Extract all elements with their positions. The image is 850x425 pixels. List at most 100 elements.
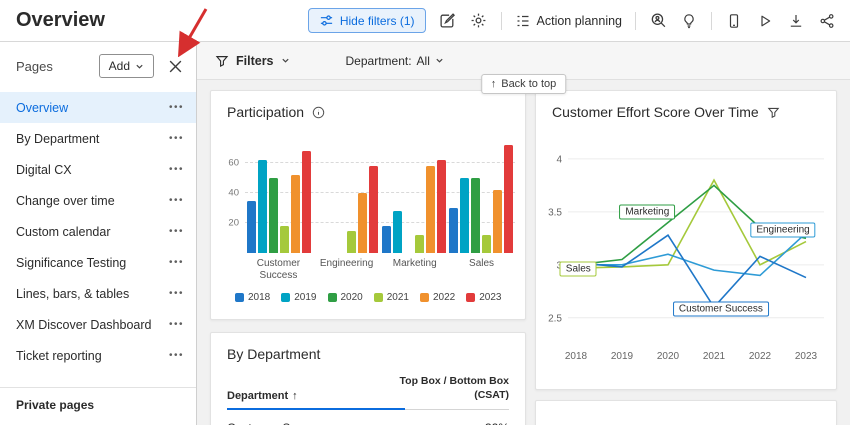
legend-label: 2020 <box>341 292 363 303</box>
svg-text:2022: 2022 <box>749 351 772 362</box>
settings-gear-icon[interactable] <box>470 12 488 30</box>
svg-text:2021: 2021 <box>703 351 726 362</box>
line-engineering[interactable] <box>576 233 806 275</box>
series-label-marketing[interactable]: Marketing <box>619 204 675 219</box>
sidebar-item-lines-bars-tables[interactable]: Lines, bars, & tables••• <box>0 278 196 309</box>
bar-sales-2020[interactable] <box>471 178 480 253</box>
hide-filters-label: Hide filters (1) <box>340 14 415 28</box>
sidebar-item-significance-testing[interactable]: Significance Testing ••• <box>0 247 196 278</box>
legend-item-2018[interactable]: 2018 <box>235 292 270 303</box>
legend-item-2022[interactable]: 2022 <box>420 292 455 303</box>
bar-customer-success-2023[interactable] <box>302 151 311 253</box>
bar-customer-success-2021[interactable] <box>280 226 289 253</box>
bar-customer-success-2022[interactable] <box>291 175 300 253</box>
bar-customer-success-2018[interactable] <box>247 201 256 253</box>
sidebar-item-overview[interactable]: Overview••• <box>0 92 196 123</box>
table-row[interactable]: Customer Success32% <box>227 410 509 425</box>
sidebar-item-digital-cx[interactable]: Digital CX ••• <box>0 154 196 185</box>
department-filter-value: All <box>417 54 430 68</box>
svg-text:3.5: 3.5 <box>548 207 562 218</box>
bar-engineering-2023[interactable] <box>369 166 378 253</box>
sidebar-item-label: Significance Testing <box>16 256 126 270</box>
funnel-icon <box>215 54 229 68</box>
edit-icon[interactable] <box>439 12 457 30</box>
legend-item-2019[interactable]: 2019 <box>281 292 316 303</box>
item-options-icon[interactable]: ••• <box>169 350 184 361</box>
info-icon[interactable] <box>312 106 325 119</box>
line-customer-success[interactable] <box>576 235 806 307</box>
user-search-icon[interactable] <box>649 12 667 30</box>
department-filter[interactable]: Department: All <box>346 54 444 68</box>
sidebar-item-label: Custom calendar <box>16 225 111 239</box>
sidebar-item-custom-calendar[interactable]: Custom calendar ••• <box>0 216 196 247</box>
hide-filters-button[interactable]: Hide filters (1) <box>308 8 426 33</box>
bar-marketing-2019[interactable] <box>393 211 402 253</box>
chevron-down-icon <box>281 56 290 65</box>
bar-sales-2023[interactable] <box>504 145 513 253</box>
item-options-icon[interactable]: ••• <box>169 133 184 144</box>
legend-item-2020[interactable]: 2020 <box>328 292 363 303</box>
bar-engineering-2021[interactable] <box>347 231 356 253</box>
series-label-engineering[interactable]: Engineering <box>750 222 815 237</box>
bar-sales-2018[interactable] <box>449 208 458 253</box>
y-axis-tick: 20 <box>219 218 239 229</box>
bar-engineering-2022[interactable] <box>358 193 367 253</box>
ces-line-chart: 2.533.54201820192020202120222023 <box>542 127 830 369</box>
series-label-sales[interactable]: Sales <box>560 262 597 277</box>
svg-text:2019: 2019 <box>611 351 634 362</box>
add-page-button[interactable]: Add <box>99 54 154 78</box>
series-label-customer-success[interactable]: Customer Success <box>673 302 769 317</box>
x-axis-label: Engineering <box>312 258 381 281</box>
play-icon[interactable] <box>756 12 774 30</box>
back-to-top-label: Back to top <box>501 78 556 90</box>
sidebar-item-label: Digital CX <box>16 163 72 177</box>
bar-marketing-2018[interactable] <box>382 226 391 253</box>
item-options-icon[interactable]: ••• <box>169 257 184 268</box>
back-to-top-button[interactable]: ↑ Back to top <box>481 74 567 94</box>
bar-group-marketing <box>380 141 448 253</box>
lightbulb-icon[interactable] <box>680 12 698 30</box>
participation-card: Participation 204060 Customer SuccessEng… <box>210 90 526 320</box>
arrow-up-icon: ↑ <box>491 78 497 90</box>
legend-item-2021[interactable]: 2021 <box>374 292 409 303</box>
share-icon[interactable] <box>818 12 836 30</box>
x-axis-label: Customer Success <box>245 258 312 281</box>
item-options-icon[interactable]: ••• <box>169 319 184 330</box>
by-department-card: By Department Department ↑ Top Box / Bot… <box>210 332 526 425</box>
item-options-icon[interactable]: ••• <box>169 226 184 237</box>
action-planning-icon <box>515 13 531 29</box>
item-options-icon[interactable]: ••• <box>169 288 184 299</box>
by-department-title: By Department <box>227 346 320 362</box>
participation-bar-plot: 204060 <box>245 141 515 253</box>
sidebar-item-label: By Department <box>16 132 99 146</box>
bar-marketing-2021[interactable] <box>415 235 424 253</box>
bar-customer-success-2020[interactable] <box>269 178 278 253</box>
legend-item-2023[interactable]: 2023 <box>466 292 501 303</box>
mobile-preview-icon[interactable] <box>725 12 743 30</box>
bar-marketing-2023[interactable] <box>437 160 446 253</box>
bar-sales-2022[interactable] <box>493 190 502 253</box>
filter-funnel-icon[interactable] <box>767 106 780 119</box>
item-options-icon[interactable]: ••• <box>169 195 184 206</box>
sidebar-item-change-over-time[interactable]: Change over time••• <box>0 185 196 216</box>
department-column-header[interactable]: Department ↑ <box>227 390 397 402</box>
unpin-panel-icon[interactable] <box>164 55 186 77</box>
legend-label: 2019 <box>294 292 316 303</box>
bar-sales-2021[interactable] <box>482 235 491 253</box>
bar-sales-2019[interactable] <box>460 178 469 253</box>
item-options-icon[interactable]: ••• <box>169 164 184 175</box>
sidebar-item-ticket-reporting[interactable]: Ticket reporting••• <box>0 340 196 371</box>
add-button-label: Add <box>109 59 130 73</box>
sidebar-item-xm-discover-dashboard[interactable]: XM Discover Dashboard••• <box>0 309 196 340</box>
bar-customer-success-2019[interactable] <box>258 160 267 253</box>
bar-marketing-2022[interactable] <box>426 166 435 253</box>
sidebar-item-by-department[interactable]: By Department ••• <box>0 123 196 154</box>
download-icon[interactable] <box>787 12 805 30</box>
department-cell: Customer Success <box>227 421 397 425</box>
department-table-rows: Customer Success32% <box>211 410 525 425</box>
item-options-icon[interactable]: ••• <box>169 102 184 113</box>
filters-button[interactable]: Filters <box>215 54 290 68</box>
action-planning-button[interactable]: Action planning <box>515 13 622 29</box>
csat-column-header[interactable]: Top Box / Bottom Box (CSAT) <box>397 375 509 402</box>
department-filter-label: Department: <box>346 54 412 68</box>
